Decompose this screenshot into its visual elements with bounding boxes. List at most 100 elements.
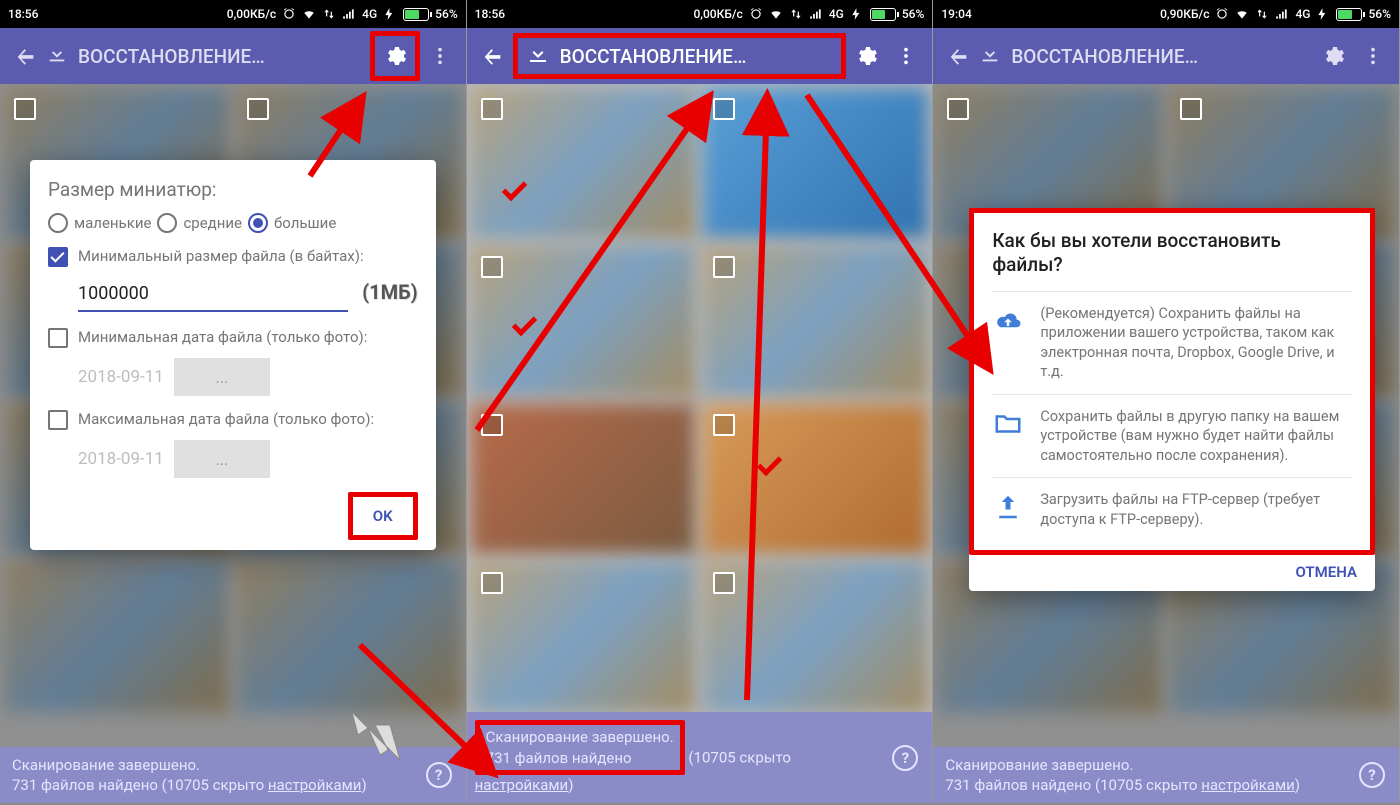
thumb-checkbox[interactable] [1180, 98, 1202, 120]
back-button[interactable] [6, 36, 46, 76]
restore-dialog: Как бы вы хотели восстановить файлы? (Ре… [969, 208, 1375, 591]
phone-screenshot-3: 19:04 0,90КБ/с 4G 56% ВОССТАНОВЛЕНИЕ… [933, 0, 1400, 803]
size-annotation: (1МБ) [362, 280, 418, 304]
footer-hidden: (10705 скрыто [162, 776, 268, 794]
signal-icon [809, 7, 823, 21]
restore-opt2-text: Сохранить файлы в другую папку на вашем … [1040, 407, 1352, 466]
download-icon [526, 42, 550, 70]
status-bar: 18:56 0,00КБ/с 4G 56% [0, 0, 466, 28]
min-date-checkbox[interactable] [48, 328, 68, 348]
cancel-button[interactable]: ОТМЕНА [1295, 563, 1357, 581]
radio-small[interactable] [48, 213, 68, 233]
red-tick [502, 179, 532, 199]
battery-icon [403, 8, 429, 21]
min-size-label: Минимальный размер файла (в байтах): [78, 247, 364, 267]
radio-medium-label: средние [183, 214, 242, 232]
thumb-checkbox[interactable] [247, 98, 269, 120]
scan-footer: Сканирование завершено. 731 файлов найде… [933, 747, 1399, 804]
settings-button[interactable] [846, 36, 886, 76]
settings-button[interactable] [1313, 36, 1353, 76]
thumb-checkbox[interactable] [713, 98, 735, 120]
download-icon [979, 43, 1001, 70]
wifi-icon [1235, 7, 1249, 21]
restore-option-cloud[interactable]: (Рекомендуется) Сохранить файлы на прило… [992, 291, 1352, 394]
status-batt: 56% [435, 7, 457, 21]
scan-footer: Сканирование завершено. 731 файлов найде… [467, 712, 933, 803]
max-date-checkbox[interactable] [48, 410, 68, 430]
overflow-menu[interactable] [886, 36, 926, 76]
radio-medium[interactable] [157, 213, 177, 233]
status-net: 4G [1295, 7, 1310, 21]
alarm-icon [749, 7, 763, 21]
thumb-checkbox[interactable] [14, 98, 36, 120]
thumb-checkbox[interactable] [481, 572, 503, 594]
min-size-checkbox[interactable] [48, 247, 68, 267]
status-net: 4G [829, 7, 844, 21]
status-net: 4G [362, 7, 377, 21]
alarm-icon [1215, 7, 1229, 21]
thumb-checkbox[interactable] [713, 256, 735, 278]
wifi-icon [302, 7, 316, 21]
phone-screenshot-1: 18:56 0,00КБ/с 4G 56% ВОССТАНОВЛЕНИЕ… [0, 0, 467, 803]
upload-icon [992, 490, 1024, 529]
back-button[interactable] [939, 36, 979, 76]
thumb-checkbox[interactable] [947, 98, 969, 120]
help-button[interactable]: ? [426, 762, 452, 788]
min-date-picker[interactable]: ... [174, 358, 270, 396]
footer-line1: Сканирование завершено. [486, 727, 674, 747]
settings-button[interactable] [375, 36, 415, 76]
bolt-icon [1316, 7, 1330, 21]
footer-hidden: (10705 скрыто [688, 749, 791, 767]
radio-small-label: маленькие [74, 214, 151, 232]
ok-button[interactable]: OK [355, 499, 411, 533]
min-size-input[interactable] [78, 277, 348, 312]
footer-settings-link[interactable]: настройками [268, 776, 362, 794]
thumb-checkbox[interactable] [713, 572, 735, 594]
folder-icon [992, 407, 1024, 466]
restore-heading: Как бы вы хотели восстановить файлы? [992, 229, 1352, 277]
restore-opt3-text: Загрузить файлы на FTP-сервер (требует д… [1040, 490, 1352, 529]
cloud-upload-icon [992, 304, 1024, 382]
thumbnail-grid [467, 84, 933, 712]
status-bar: 18:56 0,00КБ/с 4G 56% [467, 0, 933, 28]
status-batt: 56% [902, 7, 924, 21]
footer-found: 731 файлов найдено [486, 749, 632, 767]
scan-footer: Сканирование завершено. 731 файлов найде… [0, 747, 466, 804]
alarm-icon [282, 7, 296, 21]
max-date-picker[interactable]: ... [174, 440, 270, 478]
status-speed: 0,00КБ/с [693, 7, 742, 21]
thumb-size-heading: Размер миниатюр: [48, 178, 418, 201]
bolt-icon [383, 7, 397, 21]
status-time: 18:56 [475, 7, 505, 21]
max-date-label: Максимальная дата файла (только фото): [78, 410, 374, 430]
bolt-icon [850, 7, 864, 21]
status-batt: 56% [1368, 7, 1390, 21]
status-bar: 19:04 0,90КБ/с 4G 56% [933, 0, 1399, 28]
help-button[interactable]: ? [1359, 762, 1385, 788]
thumb-checkbox[interactable] [481, 414, 503, 436]
updown-icon [322, 7, 336, 21]
app-bar: ВОССТАНОВЛЕНИЕ… [0, 28, 466, 84]
thumb-checkbox[interactable] [713, 414, 735, 436]
red-tick [757, 454, 787, 474]
thumb-checkbox[interactable] [481, 98, 503, 120]
footer-settings-link[interactable]: настройками [1201, 776, 1295, 794]
restore-option-ftp[interactable]: Загрузить файлы на FTP-сервер (требует д… [992, 477, 1352, 541]
red-tick [512, 314, 542, 334]
back-button[interactable] [473, 36, 513, 76]
help-button[interactable]: ? [892, 745, 918, 771]
phone-screenshot-2: 18:56 0,00КБ/с 4G 56% ВОССТАНОВЛЕНИЕ… [467, 0, 934, 803]
radio-large[interactable] [248, 213, 268, 233]
footer-line1: Сканирование завершено. [945, 755, 1387, 775]
status-time: 19:04 [941, 7, 971, 21]
overflow-menu[interactable] [420, 36, 460, 76]
battery-icon [1336, 8, 1362, 21]
overflow-menu[interactable] [1353, 36, 1393, 76]
min-date-label: Минимальная дата файла (только фото): [78, 328, 367, 348]
thumb-checkbox[interactable] [481, 256, 503, 278]
updown-icon [789, 7, 803, 21]
restore-option-folder[interactable]: Сохранить файлы в другую папку на вашем … [992, 394, 1352, 478]
status-speed: 0,00КБ/с [227, 7, 276, 21]
footer-settings-link[interactable]: настройками [475, 776, 569, 794]
appbar-title: ВОССТАНОВЛЕНИЕ… [78, 45, 265, 68]
